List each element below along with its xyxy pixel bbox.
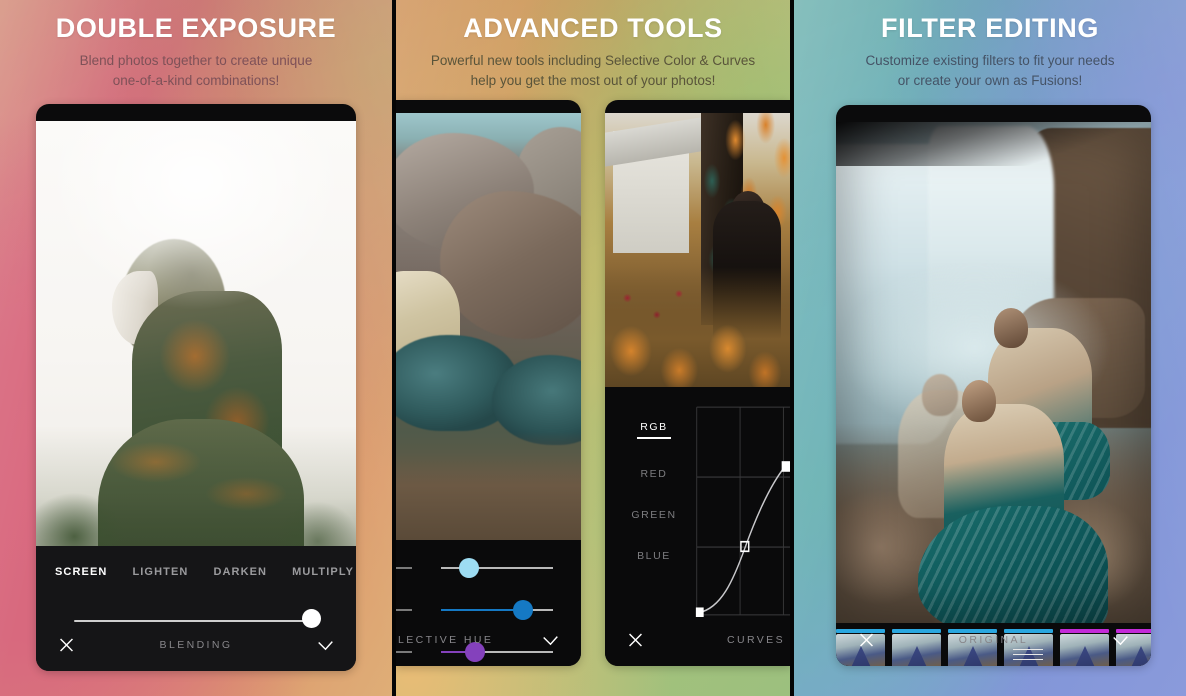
subtitle-line-2: one-of-a-kind combinations! [112, 72, 280, 88]
panel-1-header: DOUBLE EXPOSURE Blend photos together to… [0, 14, 392, 90]
slider-track [441, 567, 553, 569]
promo-screenshot-stage: DOUBLE EXPOSURE Blend photos together to… [0, 0, 1186, 696]
page-title: DOUBLE EXPOSURE [55, 13, 337, 43]
page-title: FILTER EDITING [881, 13, 1099, 43]
subtitle-line-1: Customize existing filters to fit your n… [865, 53, 1115, 69]
phone-mockup-curves: RGB RED GREEN BLUE CURVES [605, 100, 790, 666]
channel-label: RGB [640, 421, 668, 433]
blend-mode-darken[interactable]: DARKEN [213, 566, 267, 578]
check-icon[interactable] [317, 637, 334, 654]
blend-mode-multiply[interactable]: MULTIPLY [292, 566, 354, 578]
panel-2-header: ADVANCED TOOLS Powerful new tools includ… [396, 14, 790, 90]
selective-hue-bottom-bar: LECTIVE HUE [396, 614, 581, 666]
close-icon[interactable] [627, 632, 644, 649]
check-icon[interactable] [1112, 632, 1129, 649]
filter-controls: LORA WICKLOW NZ [836, 623, 1151, 666]
curve-channel-blue[interactable]: BLUE [615, 544, 693, 569]
selective-hue-controls: LECTIVE HUE [396, 540, 581, 666]
subtitle-line-2: or create your own as Fusions! [897, 72, 1083, 88]
panel-1-subtitle: Blend photos together to create unique o… [14, 51, 378, 90]
panel-filter-editing: FILTER EDITING Customize existing filter… [794, 0, 1186, 696]
hue-dash [396, 567, 412, 569]
blend-mode-lighten[interactable]: LIGHTEN [132, 566, 188, 578]
subtitle-line-1: Blend photos together to create unique [79, 53, 313, 69]
panel-3-subtitle: Customize existing filters to fit your n… [808, 51, 1172, 90]
photo-rock-main [440, 191, 581, 339]
tool-label: BLENDING [159, 639, 233, 651]
subtitle-line-2: help you get the most out of your photos… [470, 72, 716, 88]
curve-channel-green[interactable]: GREEN [615, 503, 693, 528]
phone-mockup-blending: SCREEN LIGHTEN DARKEN MULTIPLY COLORBU B… [36, 104, 356, 671]
page-title: ADVANCED TOOLS [463, 13, 723, 43]
slider-fill [441, 609, 517, 611]
photo-berries [609, 277, 701, 347]
hue-slider-cyan[interactable] [396, 558, 567, 578]
photo-haze [36, 121, 356, 546]
blending-bottom-bar: BLENDING [36, 619, 356, 671]
curves-svg[interactable] [695, 405, 790, 617]
filter-bottom-bar: ORIGINAL [836, 614, 1151, 666]
panel-2-subtitle: Powerful new tools including Selective C… [410, 51, 776, 90]
subtitle-line-1: Powerful new tools including Selective C… [430, 53, 756, 69]
hue-dash [396, 609, 412, 611]
phone-mockup-filters: LORA WICKLOW NZ [836, 105, 1151, 666]
curve-path [698, 465, 786, 614]
active-underline [637, 437, 671, 439]
blending-controls: SCREEN LIGHTEN DARKEN MULTIPLY COLORBU B… [36, 546, 356, 671]
curve-point-2 [781, 461, 790, 472]
curves-bottom-bar: CURVES [605, 614, 790, 666]
blend-mode-screen[interactable]: SCREEN [55, 566, 107, 578]
phone-mockup-selective-hue: LECTIVE HUE [396, 100, 581, 666]
curves-graph[interactable] [695, 405, 790, 617]
curve-channel-red[interactable]: RED [615, 462, 693, 487]
filter-preview-photo [836, 122, 1151, 623]
tool-label: ORIGINAL [958, 634, 1029, 646]
curve-grid [696, 406, 790, 616]
blend-mode-list[interactable]: SCREEN LIGHTEN DARKEN MULTIPLY COLORBU [55, 564, 356, 580]
double-exposure-photo [36, 121, 356, 546]
panel-advanced-tools: ADVANCED TOOLS Powerful new tools includ… [396, 0, 790, 696]
curve-channel-list[interactable]: RGB RED GREEN BLUE [615, 415, 693, 585]
curves-controls: RGB RED GREEN BLUE CURVES [605, 387, 790, 666]
slider-thumb[interactable] [458, 558, 479, 578]
panel-double-exposure: DOUBLE EXPOSURE Blend photos together to… [0, 0, 392, 696]
curves-photo [605, 113, 790, 387]
photo-vignette [836, 122, 1151, 623]
photo-ground [396, 432, 581, 540]
curve-channel-rgb[interactable]: RGB [615, 415, 693, 446]
check-icon[interactable] [542, 632, 559, 649]
tool-label: CURVES [727, 634, 785, 646]
selective-hue-photo [396, 113, 581, 540]
panel-3-header: FILTER EDITING Customize existing filter… [794, 14, 1186, 90]
